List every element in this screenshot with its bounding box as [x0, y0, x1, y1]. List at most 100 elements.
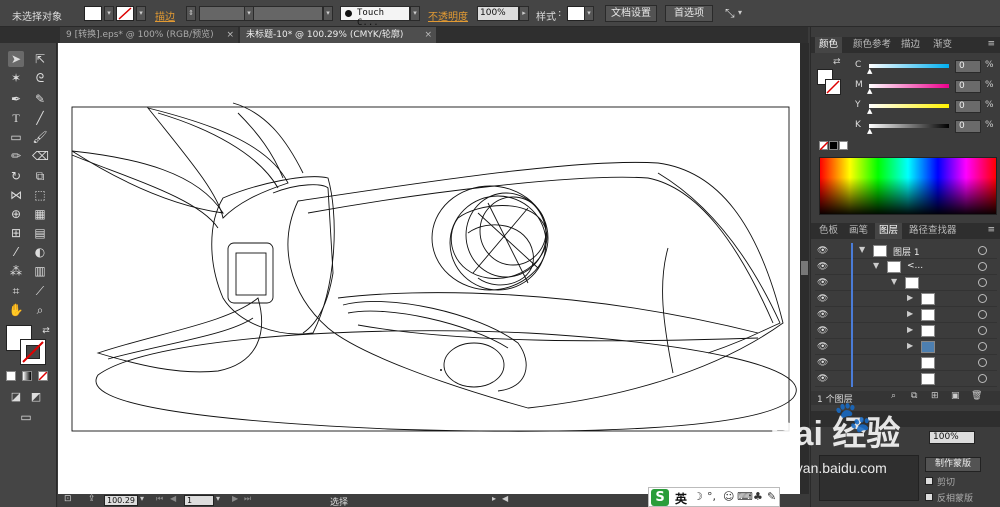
- emoji-icon[interactable]: ☺: [723, 490, 734, 503]
- expand-arrow-icon[interactable]: ▶: [907, 341, 913, 350]
- target-icon[interactable]: [978, 326, 987, 335]
- slider-thumb-icon[interactable]: ▲: [867, 107, 872, 115]
- make-mask-button[interactable]: 制作蒙版: [925, 457, 981, 472]
- layer-row[interactable]: 👁 ▼ 图层 1: [815, 243, 997, 259]
- layer-row[interactable]: 👁 ▶: [815, 291, 997, 307]
- canvas[interactable]: [58, 43, 800, 494]
- layer-row[interactable]: 👁 ▼ <...: [815, 259, 997, 275]
- symbol-sprayer-tool-icon[interactable]: ⁂: [8, 263, 24, 279]
- punctuation-icon[interactable]: °,: [707, 490, 716, 503]
- eye-icon[interactable]: 👁: [817, 310, 828, 320]
- slider-thumb-icon[interactable]: ▲: [867, 67, 872, 75]
- target-icon[interactable]: [978, 294, 987, 303]
- slider-thumb-icon[interactable]: ▲: [867, 87, 872, 95]
- target-icon[interactable]: [978, 278, 987, 287]
- zoom-dropdown-icon[interactable]: ▾: [140, 494, 144, 503]
- eye-icon[interactable]: 👁: [817, 278, 828, 288]
- paintbrush-tool-icon[interactable]: 🖌: [32, 129, 48, 145]
- rotate-tool-icon[interactable]: ↻: [8, 168, 24, 184]
- screen-mode-icon[interactable]: ▭: [18, 409, 34, 425]
- free-transform-tool-icon[interactable]: ⬚: [32, 187, 48, 203]
- clipping-mask-icon[interactable]: ⧉: [911, 391, 917, 401]
- layer-row[interactable]: 👁: [815, 355, 997, 371]
- eye-icon[interactable]: 👁: [817, 374, 828, 384]
- layer-name[interactable]: 图层 1: [893, 245, 920, 258]
- tab-stroke[interactable]: 描边: [897, 37, 924, 53]
- shape-builder-tool-icon[interactable]: ⊕: [8, 206, 24, 222]
- skin-icon[interactable]: ♣: [753, 490, 763, 503]
- stroke-swatch[interactable]: [116, 6, 134, 21]
- layer-row[interactable]: 👁 ▶: [815, 339, 997, 355]
- tab-document-9[interactable]: 9 [转换].eps* @ 100% (RGB/预览) ×: [60, 27, 238, 43]
- tab-untitled-10[interactable]: 未标题-10* @ 100.29% (CMYK/轮廓) ×: [240, 27, 436, 43]
- tab-swatches[interactable]: 色板: [815, 223, 842, 239]
- opacity-label[interactable]: 不透明度: [428, 8, 468, 23]
- stroke-weight-stepper[interactable]: ⇕: [186, 6, 196, 21]
- stroke-weight-field[interactable]: [199, 6, 245, 21]
- next-artboard-icon[interactable]: ▶: [232, 494, 238, 503]
- brush-definition[interactable]: Touch C...: [340, 6, 410, 28]
- curvature-tool-icon[interactable]: ✎: [32, 91, 48, 107]
- magenta-value[interactable]: 0: [955, 80, 981, 93]
- cyan-value[interactable]: 0: [955, 60, 981, 73]
- brush-dropdown[interactable]: ▾: [410, 6, 420, 21]
- gradient-mode-icon[interactable]: [22, 371, 32, 381]
- fill-dropdown[interactable]: ▾: [104, 6, 114, 21]
- new-layer-icon[interactable]: ▣: [951, 391, 960, 401]
- scroll-left-icon[interactable]: ◀: [502, 494, 508, 503]
- close-icon[interactable]: ×: [424, 27, 432, 43]
- gradient-tool-icon[interactable]: ▤: [32, 225, 48, 241]
- eye-icon[interactable]: 👁: [817, 246, 828, 256]
- stroke-label[interactable]: 描边: [155, 8, 175, 23]
- expand-arrow-icon[interactable]: ▶: [907, 309, 913, 318]
- expand-arrow-icon[interactable]: ▼: [891, 277, 897, 286]
- type-tool-icon[interactable]: T: [8, 110, 24, 126]
- expand-arrow-icon[interactable]: ▼: [873, 261, 879, 270]
- direct-selection-tool-icon[interactable]: ⇱: [32, 51, 48, 67]
- target-icon[interactable]: [978, 262, 987, 271]
- fill-swatch[interactable]: [84, 6, 102, 21]
- pen-tool-icon[interactable]: ✒: [8, 91, 24, 107]
- line-tool-icon[interactable]: ╱: [32, 110, 48, 126]
- lasso-tool-icon[interactable]: ᘓ: [32, 70, 48, 86]
- eyedropper-tool-icon[interactable]: ⁄: [8, 244, 24, 260]
- document-setup-button[interactable]: 文档设置: [605, 5, 657, 22]
- column-graph-tool-icon[interactable]: ▥: [32, 263, 48, 279]
- panel-menu-icon[interactable]: ≡: [987, 225, 995, 235]
- eye-icon[interactable]: 👁: [817, 358, 828, 368]
- variable-width-profile[interactable]: [253, 6, 323, 21]
- expand-arrow-icon[interactable]: ▶: [907, 293, 913, 302]
- layer-row[interactable]: 👁 ▶: [815, 323, 997, 339]
- yellow-slider[interactable]: Y ▲ 0 %: [855, 100, 995, 115]
- yellow-value[interactable]: 0: [955, 100, 981, 113]
- first-artboard-icon[interactable]: ⏮: [156, 494, 163, 504]
- close-icon[interactable]: ×: [226, 27, 234, 43]
- tab-brushes[interactable]: 画笔: [845, 223, 872, 239]
- scroll-thumb[interactable]: [801, 261, 808, 275]
- keyboard-icon[interactable]: ⌨: [737, 490, 753, 503]
- eraser-tool-icon[interactable]: ⌫: [32, 148, 49, 164]
- width-tool-icon[interactable]: ⋈: [8, 187, 24, 203]
- magenta-ramp[interactable]: [869, 84, 949, 88]
- transparency-opacity-field[interactable]: 100%: [929, 431, 975, 444]
- tab-gradient[interactable]: 渐变: [929, 37, 956, 53]
- eye-icon[interactable]: 👁: [817, 294, 828, 304]
- scale-tool-icon[interactable]: ⧉: [32, 168, 48, 184]
- style-swatch[interactable]: [567, 6, 585, 21]
- vertical-scrollbar[interactable]: [800, 43, 809, 494]
- new-sublayer-icon[interactable]: ⊞: [931, 391, 939, 401]
- black-ramp[interactable]: [869, 124, 949, 128]
- black-value[interactable]: 0: [955, 120, 981, 133]
- tab-color-guide[interactable]: 颜色参考: [849, 37, 895, 53]
- transform-dropdown-icon[interactable]: ▾: [738, 8, 742, 17]
- tab-pathfinder[interactable]: 路径查找器: [905, 223, 961, 239]
- swap-fill-stroke-icon[interactable]: ⇄: [38, 323, 54, 339]
- stroke-dropdown[interactable]: ▾: [136, 6, 146, 21]
- style-dropdown[interactable]: ▾: [584, 6, 594, 21]
- white-swatch[interactable]: [839, 141, 848, 150]
- none-swatch[interactable]: [819, 141, 828, 150]
- clip-checkbox[interactable]: [925, 477, 933, 485]
- tools-icon[interactable]: ✎: [767, 490, 776, 503]
- artboard-dropdown-icon[interactable]: ▾: [216, 494, 220, 503]
- color-stroke-box[interactable]: [825, 79, 841, 95]
